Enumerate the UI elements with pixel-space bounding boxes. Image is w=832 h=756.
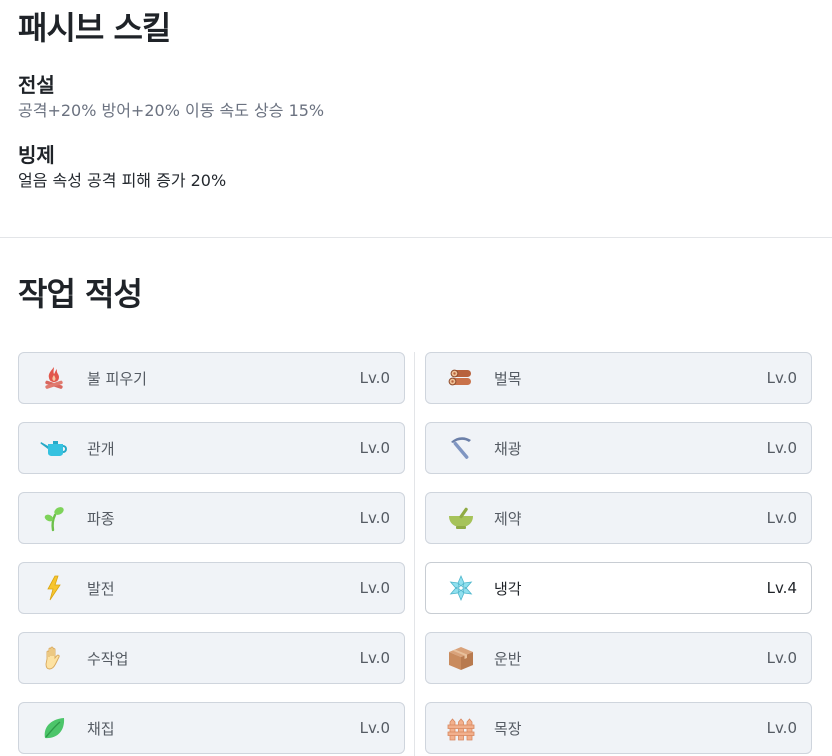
mortar-icon <box>446 503 476 533</box>
job-card-cooling[interactable]: 냉각 Lv.4 <box>425 562 812 614</box>
job-name: 파종 <box>87 509 115 528</box>
job-level: Lv.0 <box>359 649 390 667</box>
sprout-icon <box>39 503 69 533</box>
job-name: 채집 <box>87 719 115 738</box>
job-level: Lv.0 <box>766 649 797 667</box>
job-card-pharmacy[interactable]: 제약 Lv.0 <box>425 492 812 544</box>
job-level: Lv.0 <box>766 439 797 457</box>
campfire-icon <box>39 363 69 393</box>
job-name: 채광 <box>494 439 522 458</box>
job-name: 불 피우기 <box>87 369 147 388</box>
work-aptitude-section: 작업 적성 불 피우기 Lv.0 벌목 Lv.0 관개 Lv.0 채광 Lv.0… <box>0 274 832 756</box>
job-name: 운반 <box>494 649 522 668</box>
job-level: Lv.0 <box>766 509 797 527</box>
job-card-irrigation[interactable]: 관개 Lv.0 <box>18 422 405 474</box>
passive-skill-desc: 공격+20% 방어+20% 이동 속도 상승 15% <box>18 101 325 120</box>
hand-icon <box>39 643 69 673</box>
job-level: Lv.0 <box>359 369 390 387</box>
passive-skills-title: 패시브 스킬 <box>18 9 171 47</box>
job-card-planting[interactable]: 파종 Lv.0 <box>18 492 405 544</box>
job-card-ranching[interactable]: 목장 Lv.0 <box>425 702 812 754</box>
job-name: 벌목 <box>494 369 522 388</box>
passive-skill-desc: 얼음 속성 공격 피해 증가 20% <box>18 171 227 190</box>
job-level: Lv.0 <box>359 509 390 527</box>
job-card-gathering[interactable]: 채집 Lv.0 <box>18 702 405 754</box>
job-card-logging[interactable]: 벌목 Lv.0 <box>425 352 812 404</box>
job-name: 제약 <box>494 509 522 528</box>
job-card-handiwork[interactable]: 수작업 Lv.0 <box>18 632 405 684</box>
job-level: Lv.0 <box>766 369 797 387</box>
logs-icon <box>446 363 476 393</box>
passive-skill-name: 빙제 <box>18 143 55 167</box>
pickaxe-icon <box>446 433 476 463</box>
job-name: 관개 <box>87 439 115 458</box>
job-level: Lv.4 <box>766 579 797 597</box>
work-aptitude-grid: 불 피우기 Lv.0 벌목 Lv.0 관개 Lv.0 채광 Lv.0 파종 Lv… <box>18 352 814 756</box>
job-card-fire[interactable]: 불 피우기 Lv.0 <box>18 352 405 404</box>
column-divider <box>414 352 415 756</box>
passive-skill-name: 전설 <box>18 73 55 97</box>
job-level: Lv.0 <box>766 719 797 737</box>
watering-can-icon <box>39 433 69 463</box>
work-aptitude-title: 작업 적성 <box>18 275 143 313</box>
job-name: 수작업 <box>87 649 129 668</box>
job-name: 냉각 <box>494 579 522 598</box>
job-card-generating[interactable]: 발전 Lv.0 <box>18 562 405 614</box>
job-name: 발전 <box>87 579 115 598</box>
job-level: Lv.0 <box>359 719 390 737</box>
job-card-transport[interactable]: 운반 Lv.0 <box>425 632 812 684</box>
job-name: 목장 <box>494 719 522 738</box>
box-icon <box>446 643 476 673</box>
job-level: Lv.0 <box>359 439 390 457</box>
fence-icon <box>446 713 476 743</box>
leaf-icon <box>39 713 69 743</box>
job-level: Lv.0 <box>359 579 390 597</box>
lightning-icon <box>39 573 69 603</box>
passive-skills-section: 패시브 스킬 전설 공격+20% 방어+20% 이동 속도 상승 15% 빙제 … <box>0 0 832 238</box>
job-card-mining[interactable]: 채광 Lv.0 <box>425 422 812 474</box>
snowflake-icon <box>446 573 476 603</box>
